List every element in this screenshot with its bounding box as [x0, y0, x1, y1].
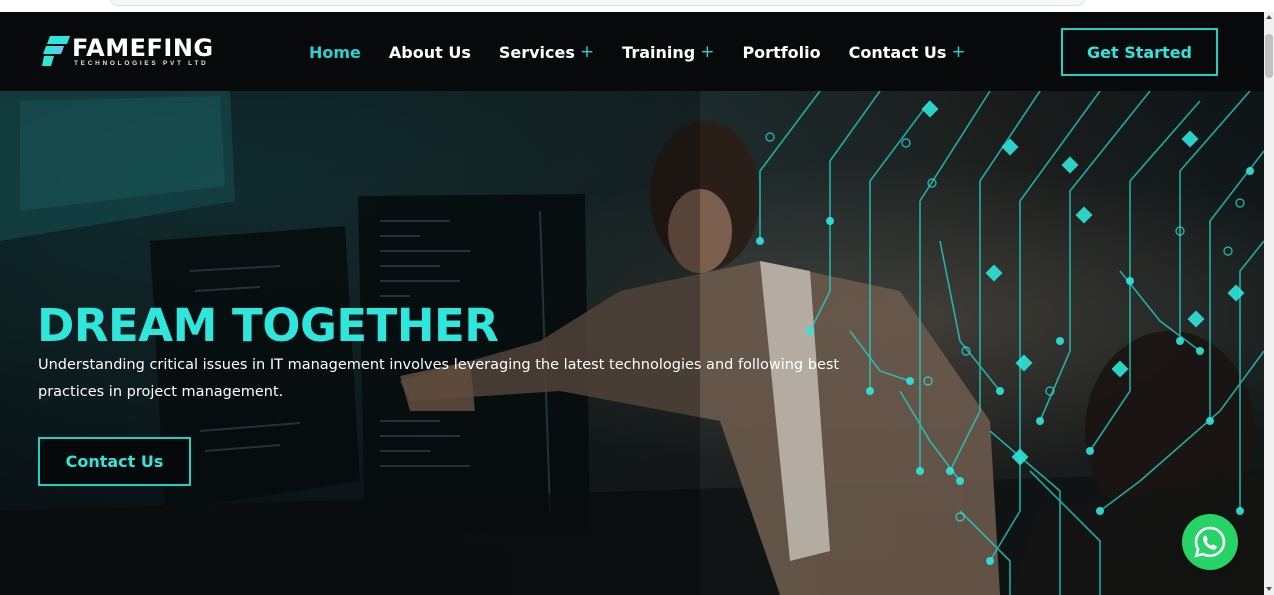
nav-item-about-us[interactable]: About Us	[389, 42, 471, 62]
nav-item-training[interactable]: Training +	[622, 42, 714, 62]
brand-name: FAMEFING	[72, 34, 214, 62]
hero-title: DREAM TOGETHER	[37, 299, 499, 352]
scrollbar-thumb[interactable]	[1265, 34, 1273, 78]
get-started-button[interactable]: Get Started	[1061, 28, 1218, 76]
scroll-down-arrow-icon[interactable]	[1266, 587, 1272, 591]
submenu-plus-icon: +	[579, 42, 595, 62]
hero-section: DREAM TOGETHER Understanding critical is…	[0, 91, 1264, 595]
browser-address-bar[interactable]	[110, 0, 1085, 6]
whatsapp-icon	[1194, 526, 1226, 558]
main-nav: Home About Us Services + Training + Portfo…	[309, 42, 994, 62]
scroll-up-arrow-icon[interactable]	[1266, 15, 1272, 19]
nav-item-services[interactable]: Services +	[499, 42, 594, 62]
logo-mark-icon	[42, 36, 70, 66]
contact-us-button[interactable]: Contact Us	[38, 437, 191, 486]
site-header: FAMEFING TECHNOLOGIES PVT LTD Home About…	[0, 12, 1264, 91]
browser-top-strip	[0, 0, 1274, 12]
nav-item-contact-us[interactable]: Contact Us +	[849, 42, 966, 62]
hero-description: Understanding critical issues in IT mana…	[38, 357, 840, 400]
nav-item-portfolio[interactable]: Portfolio	[742, 42, 820, 62]
brand-tagline: TECHNOLOGIES PVT LTD	[74, 60, 209, 67]
submenu-plus-icon: +	[700, 42, 715, 62]
submenu-plus-icon: +	[951, 42, 966, 62]
page-scrollbar[interactable]	[1264, 12, 1274, 595]
nav-item-home[interactable]: Home	[309, 42, 361, 62]
brand-logo[interactable]: FAMEFING TECHNOLOGIES PVT LTD	[42, 34, 247, 70]
whatsapp-chat-button[interactable]	[1182, 514, 1238, 570]
